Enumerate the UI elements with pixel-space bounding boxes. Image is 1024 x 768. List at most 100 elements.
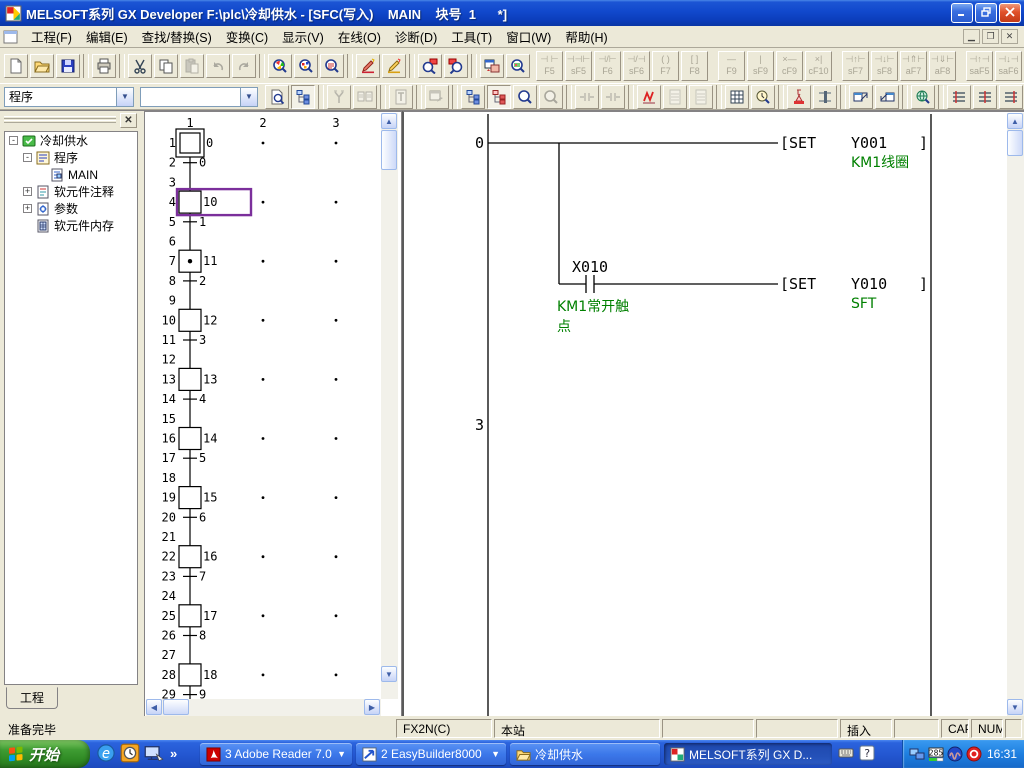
sfc-step[interactable] bbox=[179, 487, 201, 509]
ladder-key-f8[interactable]: [ ]F8 bbox=[681, 51, 708, 81]
ladder-key-sf7[interactable]: ⊣↑⊢sF7 bbox=[842, 51, 869, 81]
redo-button[interactable] bbox=[232, 54, 256, 78]
tree-item-MAIN[interactable]: MAIN bbox=[5, 166, 137, 183]
paste-button[interactable] bbox=[180, 54, 204, 78]
menu-tools[interactable]: 工具(T) bbox=[444, 24, 499, 49]
project-data-list-button[interactable] bbox=[291, 85, 315, 109]
ladder-key-saf6[interactable]: ⊣↓⊣saF6 bbox=[995, 51, 1022, 81]
show-desktop-icon[interactable] bbox=[144, 743, 164, 763]
expand-icon[interactable]: + bbox=[23, 187, 32, 196]
minimize-button[interactable] bbox=[951, 3, 973, 23]
align-contact-3-button[interactable] bbox=[999, 85, 1023, 109]
sfc-diagram-view-button[interactable] bbox=[487, 85, 511, 109]
chevron-down-icon[interactable]: ▼ bbox=[491, 749, 500, 759]
ladder-key-sf6[interactable]: ⊣/⊣sF6 bbox=[623, 51, 650, 81]
panel-close-icon[interactable]: ✕ bbox=[120, 113, 137, 128]
ladder-key-f9[interactable]: —F9 bbox=[718, 51, 745, 81]
ladder-delete-row-button[interactable] bbox=[689, 85, 713, 109]
sfc-step[interactable] bbox=[179, 605, 201, 627]
menu-online[interactable]: 在线(O) bbox=[331, 24, 388, 49]
sfc-editor-panel[interactable]: 1231234567891011121314151617181920212223… bbox=[144, 111, 402, 717]
sfc-step[interactable] bbox=[179, 428, 201, 450]
sfc-step[interactable] bbox=[179, 546, 201, 568]
clock[interactable]: 16:31 bbox=[987, 747, 1017, 761]
print-button[interactable] bbox=[92, 54, 116, 78]
collapse-icon[interactable]: - bbox=[9, 136, 18, 145]
menu-help[interactable]: 帮助(H) bbox=[558, 24, 614, 49]
sfc-block-list-button[interactable] bbox=[461, 85, 485, 109]
mdi-restore-button[interactable]: ❐ bbox=[982, 29, 999, 44]
menu-project[interactable]: 工程(F) bbox=[24, 24, 79, 49]
stop-icon[interactable] bbox=[966, 746, 982, 762]
sfc-zoom-setting-button[interactable] bbox=[539, 85, 563, 109]
window-transfer-button[interactable] bbox=[425, 85, 449, 109]
open-project-button[interactable] bbox=[30, 54, 54, 78]
taskbar-button-easybuilder[interactable]: 2 EasyBuilder8000▼ bbox=[356, 743, 506, 765]
sfc-step-attribute-button[interactable] bbox=[637, 85, 661, 109]
network-icon[interactable] bbox=[909, 746, 925, 762]
restore-button[interactable] bbox=[975, 3, 997, 23]
scroll-up-icon[interactable]: ▲ bbox=[381, 113, 397, 129]
ladder-key-f5[interactable]: ⊣ ⊢F5 bbox=[536, 51, 563, 81]
ladder-monitor-mode-button[interactable] bbox=[382, 54, 406, 78]
help-icon[interactable]: ? bbox=[859, 745, 875, 761]
save-project-button[interactable] bbox=[56, 54, 80, 78]
window-previous-button[interactable] bbox=[849, 85, 873, 109]
scroll-down-icon[interactable]: ▼ bbox=[1007, 699, 1023, 715]
cut-button[interactable] bbox=[128, 54, 152, 78]
ladder-vscroll[interactable]: ▲ ▼ bbox=[1007, 113, 1024, 716]
expand-icon[interactable]: + bbox=[23, 204, 32, 213]
ladder-key-f7[interactable]: ( )F7 bbox=[652, 51, 679, 81]
menu-diagnostics[interactable]: 诊断(D) bbox=[388, 24, 444, 49]
keyboard-icon[interactable] bbox=[838, 745, 854, 761]
device-batch-monitor-button[interactable] bbox=[353, 85, 377, 109]
ladder-key-cf10[interactable]: ×|cF10 bbox=[805, 51, 832, 81]
app-icon[interactable] bbox=[5, 5, 22, 22]
scroll-up-icon[interactable]: ▲ bbox=[1007, 113, 1023, 129]
menu-convert[interactable]: 变换(C) bbox=[219, 24, 275, 49]
ladder-key-sf5[interactable]: ⊣⊣⊢sF5 bbox=[565, 51, 592, 81]
counter-icon[interactable]: 285 bbox=[928, 746, 944, 762]
align-contact-2-button[interactable] bbox=[973, 85, 997, 109]
tree-item-软元件注释[interactable]: +软元件注释 bbox=[5, 183, 137, 200]
program-monitor-button[interactable] bbox=[911, 85, 935, 109]
column-display-button[interactable] bbox=[813, 85, 837, 109]
device-test-button[interactable] bbox=[327, 85, 351, 109]
ladder-key-sf8[interactable]: ⊣↓⊢sF8 bbox=[871, 51, 898, 81]
ladder-diagram[interactable]: 0[SETY001]KM1线圈X010KM1常开触点[SETY010]SFT3 bbox=[405, 112, 1007, 716]
ladder-key-saf5[interactable]: ⊣↑⊣saF5 bbox=[966, 51, 993, 81]
tree-item-程序[interactable]: -程序 bbox=[5, 149, 137, 166]
sfc-vscroll-thumb[interactable] bbox=[381, 130, 397, 170]
menu-window[interactable]: 窗口(W) bbox=[499, 24, 558, 49]
sfc-zoom-button[interactable] bbox=[513, 85, 537, 109]
start-button[interactable]: 开始 bbox=[0, 740, 90, 768]
device-name-combo[interactable]: ▼ bbox=[140, 87, 258, 107]
ladder-vscroll-thumb[interactable] bbox=[1007, 130, 1023, 156]
window-next-button[interactable] bbox=[875, 85, 899, 109]
panel-drag-handle[interactable] bbox=[4, 115, 116, 127]
time-chart-monitor-button[interactable] bbox=[751, 85, 775, 109]
chevron-down-icon[interactable]: ▼ bbox=[337, 749, 346, 759]
scroll-left-icon[interactable]: ◀ bbox=[146, 699, 162, 715]
ladder-key-af7[interactable]: ⊣⇑⊢aF7 bbox=[900, 51, 927, 81]
ladder-editor-panel[interactable]: 0[SETY001]KM1线圈X010KM1常开触点[SETY010]SFT3 … bbox=[402, 111, 1024, 717]
copy-button[interactable] bbox=[154, 54, 178, 78]
display-switch-button[interactable] bbox=[480, 54, 504, 78]
scroll-down-icon[interactable]: ▼ bbox=[381, 666, 397, 682]
sfc-step[interactable] bbox=[179, 664, 201, 686]
block-parameter-button[interactable] bbox=[725, 85, 749, 109]
ladder-insert-row-button[interactable] bbox=[663, 85, 687, 109]
close-button[interactable] bbox=[999, 3, 1021, 23]
program-type-combo[interactable]: 程序 ▼ bbox=[4, 87, 134, 107]
mdi-document-icon[interactable] bbox=[3, 30, 19, 44]
ie-icon[interactable]: e bbox=[96, 743, 116, 763]
align-contact-1-button[interactable] bbox=[947, 85, 971, 109]
ladder-key-af8[interactable]: ⊣⇓⊢aF8 bbox=[929, 51, 956, 81]
contact-display-9-button[interactable] bbox=[601, 85, 625, 109]
comment-display-button[interactable] bbox=[265, 85, 289, 109]
sfc-vscroll[interactable]: ▲ ▼ bbox=[381, 113, 398, 699]
ladder-key-f6[interactable]: ⊣/⊢F6 bbox=[594, 51, 621, 81]
taskbar-button-cooling-water-folder[interactable]: 冷却供水 bbox=[510, 743, 660, 765]
sfc-diagram[interactable]: 1231234567891011121314151617181920212223… bbox=[146, 113, 380, 699]
menu-edit[interactable]: 编辑(E) bbox=[79, 24, 135, 49]
